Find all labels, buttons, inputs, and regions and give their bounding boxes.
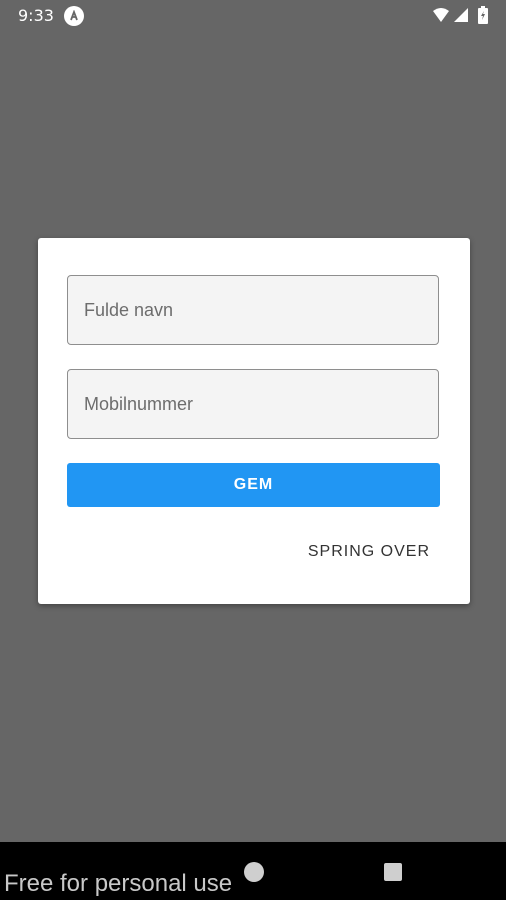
full-name-input[interactable]	[67, 275, 439, 345]
battery-icon	[478, 6, 488, 24]
watermark-text: Free for personal use	[4, 870, 233, 897]
status-bar: 9:33	[0, 0, 506, 32]
contact-dialog: GEM SPRING OVER	[38, 238, 470, 604]
save-button[interactable]: GEM	[67, 463, 440, 507]
wifi-icon	[433, 8, 449, 22]
app-a-icon	[64, 6, 84, 26]
home-icon[interactable]	[244, 862, 264, 882]
skip-button[interactable]: SPRING OVER	[286, 536, 430, 568]
mobile-number-input[interactable]	[67, 369, 439, 439]
status-time: 9:33	[18, 6, 54, 25]
signal-icon	[454, 8, 468, 22]
recents-icon[interactable]	[384, 863, 402, 881]
